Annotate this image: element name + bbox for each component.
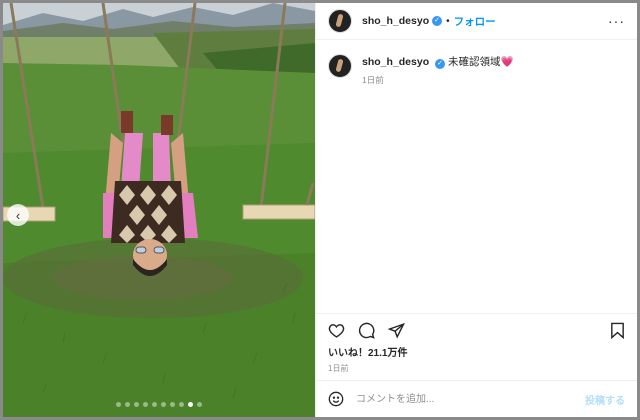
heart-icon bbox=[328, 323, 344, 338]
carousel-indicator bbox=[3, 402, 315, 407]
swing-photo bbox=[3, 3, 315, 417]
carousel-dot bbox=[197, 402, 202, 407]
comments-area: sho_h_desyo ✓ 未確認領域💗 1日前 bbox=[316, 40, 637, 313]
caption-time: 1日前 bbox=[362, 75, 384, 85]
instagram-post-modal: ‹ sho_h_desyo ✓ • フォロー ··· sho_h_desyo ✓… bbox=[3, 3, 637, 417]
emoji-icon[interactable] bbox=[328, 391, 344, 407]
like-button[interactable] bbox=[326, 320, 346, 340]
comment-icon bbox=[358, 322, 375, 339]
likes-count[interactable]: いいね！21.1万件 bbox=[316, 346, 637, 362]
more-options-button[interactable]: ··· bbox=[608, 13, 625, 29]
carousel-dot bbox=[152, 402, 157, 407]
carousel-dot bbox=[116, 402, 121, 407]
comment-input[interactable] bbox=[354, 392, 585, 406]
caption-row: sho_h_desyo ✓ 未確認領域💗 1日前 bbox=[328, 54, 625, 86]
save-button[interactable] bbox=[607, 320, 627, 340]
post-header: sho_h_desyo ✓ • フォロー ··· bbox=[316, 3, 637, 40]
comment-composer: 投稿する bbox=[316, 380, 637, 417]
caption-block: sho_h_desyo ✓ 未確認領域💗 1日前 bbox=[362, 54, 514, 86]
caption-avatar[interactable] bbox=[328, 54, 352, 78]
post-side-panel: sho_h_desyo ✓ • フォロー ··· sho_h_desyo ✓ 未… bbox=[315, 3, 637, 417]
share-icon bbox=[387, 322, 405, 339]
verified-badge-icon: ✓ bbox=[432, 16, 443, 26]
share-button[interactable] bbox=[386, 320, 406, 340]
follow-button[interactable]: フォロー bbox=[454, 14, 496, 29]
carousel-dot bbox=[125, 402, 130, 407]
carousel-prev-button[interactable]: ‹ bbox=[7, 204, 29, 226]
carousel-dot bbox=[143, 402, 148, 407]
post-comment-button[interactable]: 投稿する bbox=[585, 392, 625, 407]
post-photo[interactable]: ‹ bbox=[3, 3, 315, 417]
carousel-dot bbox=[170, 402, 175, 407]
avatar[interactable] bbox=[328, 9, 352, 33]
comment-button[interactable] bbox=[356, 320, 376, 340]
carousel-dot bbox=[188, 402, 193, 407]
carousel-dot bbox=[134, 402, 139, 407]
carousel-dot bbox=[161, 402, 166, 407]
verified-badge-icon: ✓ bbox=[435, 59, 446, 69]
caption-text: 未確認領域💗 bbox=[447, 56, 514, 68]
caption-username-link[interactable]: sho_h_desyo bbox=[362, 56, 429, 68]
separator-dot: • bbox=[446, 15, 450, 27]
action-bar bbox=[316, 313, 637, 346]
chevron-left-icon: ‹ bbox=[15, 207, 21, 223]
bookmark-icon bbox=[610, 322, 624, 339]
username-link[interactable]: sho_h_desyo bbox=[362, 15, 429, 27]
post-timestamp[interactable]: 1日前 bbox=[316, 362, 637, 380]
carousel-dot bbox=[179, 402, 184, 407]
